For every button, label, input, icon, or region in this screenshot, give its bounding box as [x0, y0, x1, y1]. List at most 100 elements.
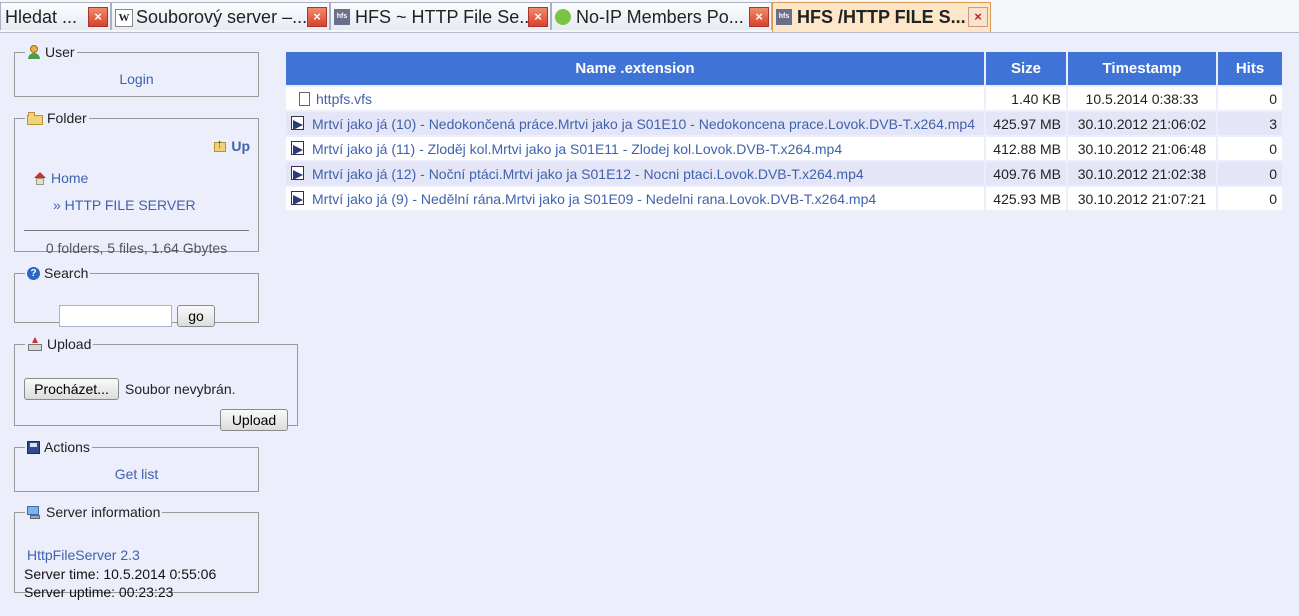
tab-close-icon[interactable]: ×: [88, 7, 108, 27]
tab-close-icon[interactable]: ×: [528, 7, 548, 27]
actions-legend-label: Actions: [44, 439, 90, 455]
file-timestamp: 30.10.2012 21:06:48: [1068, 137, 1216, 160]
wikipedia-icon: W: [115, 9, 133, 27]
folder-panel: Folder Up Home » HTTP FILE SERVER 0 fold…: [14, 110, 259, 256]
table-row: Mrtví jako já (11) - Zloděj kol.Mrtvi ja…: [286, 137, 1282, 160]
folder-summary: 0 folders, 5 files, 1.64 Gbytes: [45, 240, 228, 256]
tab-close-icon[interactable]: ×: [307, 7, 327, 27]
upload-button[interactable]: Upload: [220, 409, 288, 431]
column-header-size[interactable]: Size: [986, 52, 1066, 85]
file-size: 425.93 MB: [986, 187, 1066, 210]
up-link[interactable]: Up: [213, 136, 250, 154]
file-hits: 3: [1218, 112, 1282, 135]
folder-up-icon: [213, 136, 227, 153]
get-list-link[interactable]: Get list: [115, 466, 159, 482]
folder-divider: [24, 230, 249, 231]
file-link[interactable]: httpfs.vfs: [316, 91, 372, 107]
tab-title: No-IP Members Po...: [576, 7, 744, 27]
upload-icon: [27, 337, 43, 351]
no-ip-icon: [555, 9, 571, 25]
document-file-icon: [299, 91, 310, 106]
save-icon: [27, 440, 40, 454]
column-header-name[interactable]: Name .extension: [286, 52, 984, 85]
search-input[interactable]: [59, 305, 172, 327]
search-legend-label: Search: [44, 265, 89, 281]
browse-file-button[interactable]: Procházet...: [24, 378, 119, 400]
folder-icon: [27, 111, 43, 125]
video-file-icon: [291, 190, 306, 206]
tab-hfs-http-file-server[interactable]: hfs HFS /HTTP FILE S... ×: [772, 2, 991, 32]
file-hits: 0: [1218, 162, 1282, 185]
user-icon: [27, 45, 41, 59]
home-label: Home: [51, 170, 89, 186]
file-timestamp: 10.5.2014 0:38:33: [1068, 87, 1216, 110]
table-header-row: Name .extension Size Timestamp Hits: [286, 52, 1282, 85]
file-size: 425.97 MB: [986, 112, 1066, 135]
actions-legend: Actions: [25, 439, 92, 455]
user-legend-label: User: [45, 44, 75, 60]
tab-title: HFS /HTTP FILE S...: [797, 7, 966, 27]
server-info-legend-label: Server information: [46, 504, 161, 520]
file-timestamp: 30.10.2012 21:07:21: [1068, 187, 1216, 210]
upload-legend-label: Upload: [47, 336, 92, 352]
file-name-cell: Mrtví jako já (10) - Nedokončená práce.M…: [286, 112, 984, 135]
file-name-cell: httpfs.vfs: [286, 87, 984, 110]
help-icon: ?: [27, 266, 40, 280]
user-panel: User Login: [14, 44, 259, 97]
file-hits: 0: [1218, 187, 1282, 210]
file-hits: 0: [1218, 87, 1282, 110]
table-row: httpfs.vfs 1.40 KB 10.5.2014 0:38:33 0: [286, 87, 1282, 110]
tab-title: HFS ~ HTTP File Se...: [355, 7, 535, 27]
server-version-link[interactable]: HttpFileServer 2.3: [27, 547, 140, 563]
browser-tab-bar: Hledat ... × W Souborový server –... × h…: [0, 0, 1299, 33]
file-name-cell: Mrtví jako já (11) - Zloděj kol.Mrtvi ja…: [286, 137, 984, 160]
home-link[interactable]: Home: [33, 170, 88, 186]
server-time: Server time: 10.5.2014 0:55:06: [24, 566, 217, 582]
file-list-table: Name .extension Size Timestamp Hits http…: [284, 50, 1284, 212]
breadcrumb: » HTTP FILE SERVER: [53, 197, 196, 213]
column-header-timestamp[interactable]: Timestamp: [1068, 52, 1216, 85]
file-link[interactable]: Mrtví jako já (9) - Nedělní rána.Mrtvi j…: [312, 191, 876, 207]
file-name-cell: Mrtví jako já (9) - Nedělní rána.Mrtvi j…: [286, 187, 984, 210]
upload-legend: Upload: [25, 336, 93, 352]
hfs-icon: hfs: [334, 9, 350, 25]
search-go-button[interactable]: go: [177, 305, 215, 327]
tab-search[interactable]: Hledat ... ×: [0, 2, 111, 30]
file-link[interactable]: Mrtví jako já (12) - Noční ptáci.Mrtvi j…: [312, 166, 864, 182]
server-uptime: Server uptime: 00:23:23: [24, 584, 174, 600]
file-size: 1.40 KB: [986, 87, 1066, 110]
search-legend: ? Search: [25, 265, 90, 281]
video-file-icon: [291, 165, 306, 181]
table-row: Mrtví jako já (12) - Noční ptáci.Mrtvi j…: [286, 162, 1282, 185]
server-info-legend: Server information: [25, 504, 162, 520]
table-row: Mrtví jako já (10) - Nedokončená práce.M…: [286, 112, 1282, 135]
actions-panel: Actions Get list: [14, 439, 259, 492]
login-link[interactable]: Login: [119, 71, 153, 87]
user-legend: User: [25, 44, 77, 60]
tab-title: Hledat ...: [5, 7, 78, 27]
file-timestamp: 30.10.2012 21:02:38: [1068, 162, 1216, 185]
breadcrumb-current-folder[interactable]: » HTTP FILE SERVER: [53, 197, 196, 213]
home-icon: [33, 171, 47, 185]
file-link[interactable]: Mrtví jako já (10) - Nedokončená práce.M…: [312, 116, 975, 132]
file-link[interactable]: Mrtví jako já (11) - Zloděj kol.Mrtvi ja…: [312, 141, 842, 157]
search-panel: ? Search go: [14, 265, 259, 327]
tab-close-icon[interactable]: ×: [749, 7, 769, 27]
tab-file-server-wiki[interactable]: W Souborový server –... ×: [111, 2, 330, 30]
tab-hfs-site[interactable]: hfs HFS ~ HTTP File Se... ×: [330, 2, 551, 30]
upload-file-status: Soubor nevybrán.: [125, 381, 236, 397]
server-info-panel: Server information HttpFileServer 2.3 Se…: [14, 504, 259, 600]
file-size: 412.88 MB: [986, 137, 1066, 160]
server-icon: [27, 505, 42, 519]
tab-no-ip[interactable]: No-IP Members Po... ×: [551, 2, 772, 30]
folder-legend-label: Folder: [47, 110, 87, 126]
table-row: Mrtví jako já (9) - Nedělní rána.Mrtvi j…: [286, 187, 1282, 210]
file-hits: 0: [1218, 137, 1282, 160]
tab-title: Souborový server –...: [136, 7, 308, 27]
tab-close-icon[interactable]: ×: [968, 7, 988, 27]
folder-legend: Folder: [25, 110, 89, 126]
up-label: Up: [231, 138, 250, 154]
column-header-hits[interactable]: Hits: [1218, 52, 1282, 85]
file-size: 409.76 MB: [986, 162, 1066, 185]
hfs-icon: hfs: [776, 9, 792, 25]
